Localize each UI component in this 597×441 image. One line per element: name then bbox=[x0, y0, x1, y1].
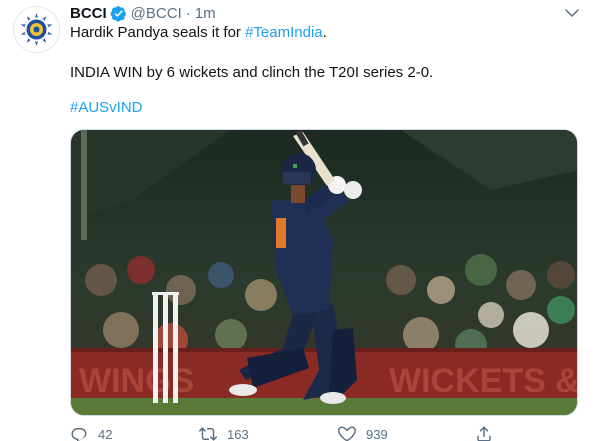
share-icon bbox=[477, 426, 491, 441]
like-button[interactable]: 939 bbox=[338, 425, 388, 441]
author-name[interactable]: BCCI bbox=[70, 5, 107, 22]
avatar[interactable] bbox=[13, 6, 60, 53]
author-handle[interactable]: @BCCI bbox=[131, 5, 182, 22]
hashtag-ausvind-link[interactable]: #AUSvIND bbox=[70, 98, 143, 118]
reply-button[interactable]: 42 bbox=[70, 425, 112, 441]
tweet-text-prefix: Hardik Pandya seals it for bbox=[70, 24, 246, 41]
share-button[interactable] bbox=[475, 425, 493, 441]
hashtag-teamindia-link[interactable]: #TeamIndia bbox=[245, 24, 323, 41]
tweet-card[interactable]: BCCI @BCCI · 1m Hardik Pandya seals it f… bbox=[0, 0, 597, 441]
hoarding-text-right: WICKETS & bbox=[389, 362, 578, 400]
retweet-icon bbox=[199, 427, 217, 441]
cricket-photo: WINGS WICKETS & bbox=[71, 130, 578, 415]
tweet-timestamp[interactable]: 1m bbox=[195, 5, 216, 22]
reply-icon bbox=[71, 428, 87, 441]
tweet-text-suffix: . bbox=[322, 24, 327, 41]
bcci-logo-icon bbox=[15, 8, 58, 51]
verified-badge-icon bbox=[110, 5, 126, 22]
tweet-actions: 42 163 939 bbox=[70, 425, 530, 441]
like-count: 939 bbox=[366, 426, 388, 441]
retweet-button[interactable]: 163 bbox=[199, 425, 249, 441]
tweet-text-line-1: Hardik Pandya seals it for #TeamIndia. bbox=[70, 23, 327, 43]
retweet-count: 163 bbox=[227, 426, 249, 441]
header-separator: · bbox=[185, 4, 191, 22]
reply-count: 42 bbox=[98, 426, 113, 441]
tweet-photo[interactable]: WINGS WICKETS & bbox=[70, 129, 578, 416]
tweet-header: BCCI @BCCI · 1m bbox=[70, 3, 216, 23]
tweet-text-line-2: INDIA WIN by 6 wickets and clinch the T2… bbox=[70, 64, 434, 81]
like-icon bbox=[338, 426, 356, 441]
chevron-down-icon[interactable] bbox=[563, 4, 581, 22]
